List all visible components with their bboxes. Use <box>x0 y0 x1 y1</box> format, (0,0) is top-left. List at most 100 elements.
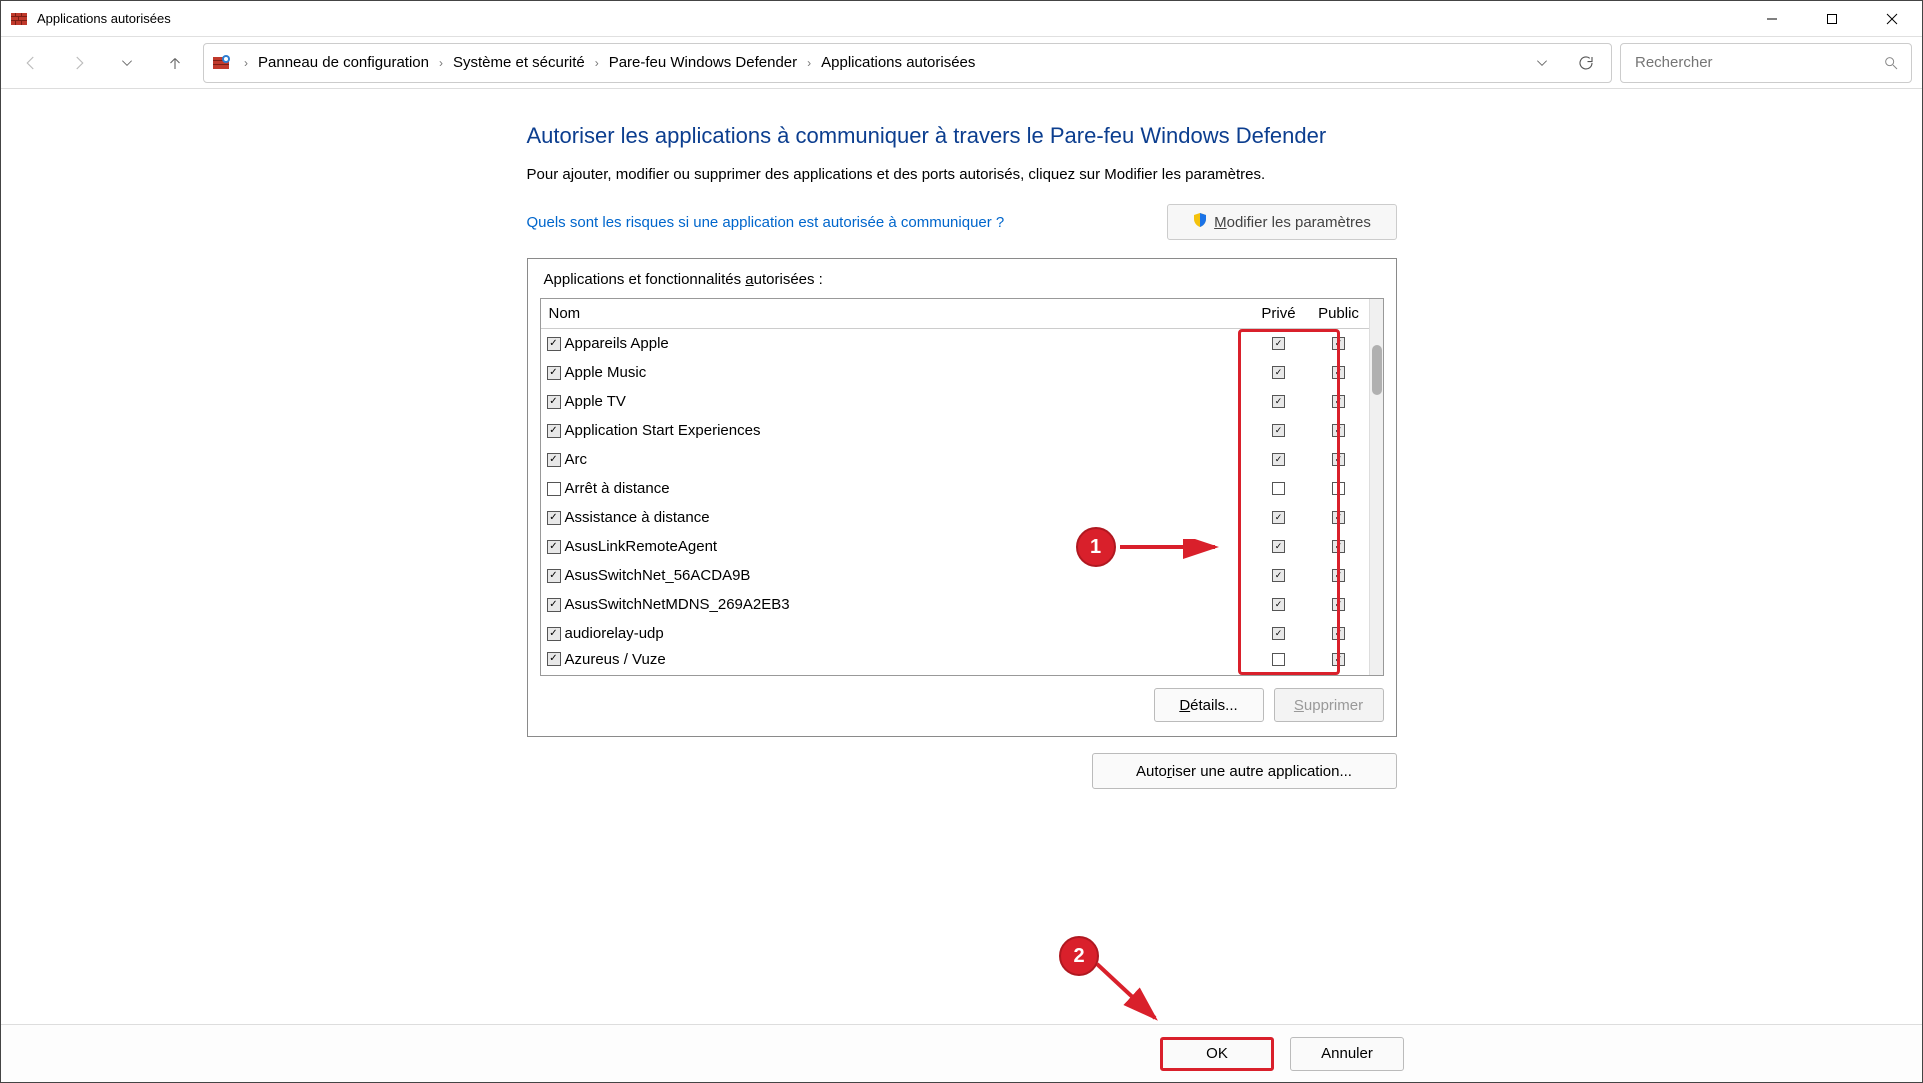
app-enabled-checkbox[interactable]: ✓ <box>547 453 561 467</box>
app-enabled-checkbox[interactable]: ✓ <box>547 627 561 641</box>
private-checkbox[interactable]: ✓ <box>1272 627 1285 640</box>
app-name: AsusSwitchNetMDNS_269A2EB3 <box>565 596 1249 613</box>
annotation-badge-2: 2 <box>1059 936 1099 976</box>
list-item[interactable]: ✓Appareils Apple✓✓ <box>541 329 1369 358</box>
addressbar[interactable]: › Panneau de configuration › Système et … <box>203 43 1612 83</box>
modify-settings-ul: M <box>1214 214 1227 231</box>
list-item[interactable]: ✓ AsusSwitchNet_56ACDA9B ✓ ✓ <box>541 561 1369 590</box>
app-enabled-checkbox[interactable]: ✓ <box>547 366 561 380</box>
list-item[interactable]: ✓Arc✓✓ <box>541 445 1369 474</box>
public-checkbox[interactable]: ✓ <box>1332 395 1345 408</box>
app-enabled-checkbox[interactable]: ✓ <box>547 337 561 351</box>
allow-another-pre: Auto <box>1136 763 1167 780</box>
app-enabled-checkbox[interactable]: ✓ <box>547 598 561 612</box>
public-checkbox[interactable]: ✓ <box>1332 598 1345 611</box>
private-checkbox[interactable] <box>1272 653 1285 666</box>
breadcrumb-item[interactable]: Système et sécurité <box>453 54 585 71</box>
ok-button[interactable]: OK <box>1160 1037 1274 1071</box>
modify-settings-rest: odifier les paramètres <box>1227 214 1371 231</box>
breadcrumb-item[interactable]: Panneau de configuration <box>258 54 429 71</box>
chevron-right-icon: › <box>240 56 252 70</box>
search-input[interactable] <box>1633 53 1883 72</box>
col-public-header[interactable]: Public <box>1309 305 1369 322</box>
public-checkbox[interactable]: ✓ <box>1332 366 1345 379</box>
forward-button[interactable] <box>59 43 99 83</box>
list-item[interactable]: ✓audiorelay-udp✓✓ <box>541 619 1369 648</box>
page-heading: Autoriser les applications à communiquer… <box>527 121 1397 152</box>
content-area: Autoriser les applications à communiquer… <box>1 89 1922 1082</box>
search-box[interactable] <box>1620 43 1912 83</box>
list-item[interactable]: ✓AsusLinkRemoteAgent✓✓ <box>541 532 1369 561</box>
delete-ul: S <box>1294 697 1304 714</box>
app-name: Azureus / Vuze <box>565 651 1249 668</box>
app-enabled-checkbox[interactable]: ✓ <box>547 395 561 409</box>
app-name: AsusSwitchNet_56ACDA9B <box>565 567 1249 584</box>
chevron-right-icon: › <box>591 56 603 70</box>
delete-button[interactable]: Supprimer <box>1274 688 1384 722</box>
public-checkbox[interactable]: ✓ <box>1332 540 1345 553</box>
private-checkbox[interactable]: ✓ <box>1272 366 1285 379</box>
list-item[interactable]: ✓Apple Music✓✓ <box>541 358 1369 387</box>
list-item[interactable]: ✓Apple TV✓✓ <box>541 387 1369 416</box>
private-checkbox[interactable] <box>1272 482 1285 495</box>
maximize-button[interactable] <box>1802 1 1862 37</box>
app-enabled-checkbox[interactable]: ✓ <box>547 652 561 666</box>
close-button[interactable] <box>1862 1 1922 37</box>
list-item[interactable]: ✓ Application Start Experiences ✓ ✓ <box>541 416 1369 445</box>
list-item[interactable]: ✓ Assistance à distance ✓ ✓ <box>541 503 1369 532</box>
details-button[interactable]: Détails... <box>1154 688 1264 722</box>
address-dropdown-button[interactable] <box>1525 46 1559 80</box>
app-enabled-checkbox[interactable]: ✓ <box>547 511 561 525</box>
private-checkbox[interactable]: ✓ <box>1272 395 1285 408</box>
breadcrumb-item[interactable]: Pare-feu Windows Defender <box>609 54 797 71</box>
group-label-prefix: Applications et fonctionnalités <box>544 271 746 288</box>
private-checkbox[interactable]: ✓ <box>1272 540 1285 553</box>
app-enabled-checkbox[interactable]: ✓ <box>547 540 561 554</box>
col-name-header[interactable]: Nom <box>541 305 1249 322</box>
annotation-badge-1: 1 <box>1076 527 1116 567</box>
private-checkbox[interactable]: ✓ <box>1272 337 1285 350</box>
modify-settings-button[interactable]: Modifier les paramètres <box>1167 204 1397 240</box>
cancel-button[interactable]: Annuler <box>1290 1037 1404 1071</box>
annotation-arrow-1 <box>1120 539 1230 559</box>
scrollbar[interactable] <box>1369 299 1383 675</box>
private-checkbox[interactable]: ✓ <box>1272 569 1285 582</box>
list-item[interactable]: ✓ AsusSwitchNetMDNS_269A2EB3 ✓ ✓ <box>541 590 1369 619</box>
private-checkbox[interactable]: ✓ <box>1272 453 1285 466</box>
public-checkbox[interactable]: ✓ <box>1332 424 1345 437</box>
group-label: Applications et fonctionnalités autorisé… <box>544 271 1384 288</box>
app-name: Assistance à distance <box>565 509 1249 526</box>
shield-icon <box>1192 212 1208 232</box>
app-list: Nom Privé Public ✓Appareils Apple✓✓✓Appl… <box>540 298 1384 676</box>
list-item[interactable]: ✓ Azureus / Vuze ✓ <box>541 648 1369 670</box>
private-checkbox[interactable]: ✓ <box>1272 424 1285 437</box>
public-checkbox[interactable] <box>1332 482 1345 495</box>
breadcrumb-item[interactable]: Applications autorisées <box>821 54 975 71</box>
public-checkbox[interactable]: ✓ <box>1332 453 1345 466</box>
col-private-header[interactable]: Privé <box>1249 305 1309 322</box>
private-checkbox[interactable]: ✓ <box>1272 598 1285 611</box>
private-checkbox[interactable]: ✓ <box>1272 511 1285 524</box>
refresh-button[interactable] <box>1569 46 1603 80</box>
app-enabled-checkbox[interactable]: ✓ <box>547 569 561 583</box>
back-button[interactable] <box>11 43 51 83</box>
minimize-button[interactable] <box>1742 1 1802 37</box>
public-checkbox[interactable]: ✓ <box>1332 337 1345 350</box>
app-name: Application Start Experiences <box>565 422 1249 439</box>
up-button[interactable] <box>155 43 195 83</box>
allow-another-app-button[interactable]: Autoriser une autre application... <box>1092 753 1397 789</box>
public-checkbox[interactable]: ✓ <box>1332 653 1345 666</box>
app-name: Arrêt à distance <box>565 480 1249 497</box>
app-enabled-checkbox[interactable] <box>547 482 561 496</box>
chevron-right-icon: › <box>435 56 447 70</box>
public-checkbox[interactable]: ✓ <box>1332 627 1345 640</box>
recent-locations-button[interactable] <box>107 43 147 83</box>
public-checkbox[interactable]: ✓ <box>1332 569 1345 582</box>
list-item[interactable]: Arrêt à distance <box>541 474 1369 503</box>
app-enabled-checkbox[interactable]: ✓ <box>547 424 561 438</box>
risk-link[interactable]: Quels sont les risques si une applicatio… <box>527 214 1005 231</box>
delete-rest: upprimer <box>1304 697 1363 714</box>
public-checkbox[interactable]: ✓ <box>1332 511 1345 524</box>
bottom-action-bar: OK Annuler <box>1 1024 1922 1082</box>
scrollbar-thumb[interactable] <box>1372 345 1382 395</box>
